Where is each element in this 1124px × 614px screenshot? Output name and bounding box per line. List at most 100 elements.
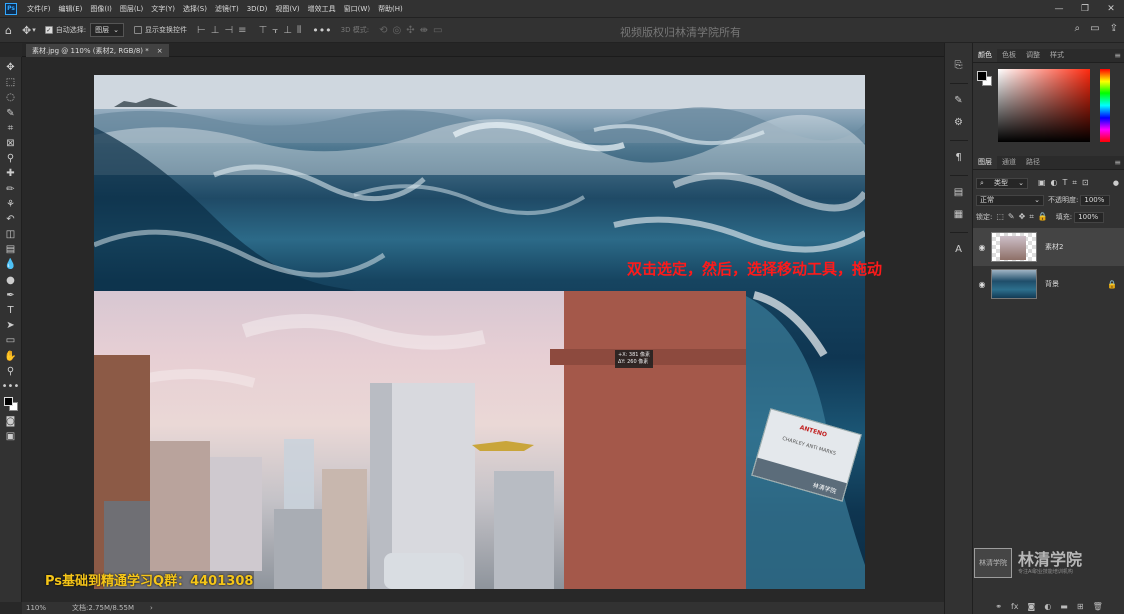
layer-filter-icons[interactable]: ▣◐T⌗⊡ [1038,178,1094,188]
foreground-color-swatch[interactable] [3,397,13,407]
blend-mode-select[interactable]: 正常 ⌄ [976,194,1044,206]
clone-stamp-tool-icon[interactable]: ⚘ [0,197,22,212]
hue-slider[interactable] [1100,69,1110,142]
menu-select[interactable]: 选择(S) [179,4,211,14]
move-tool-icon[interactable]: ✥ [22,25,31,36]
layer-row-background[interactable]: ◉ 背景 🔒 [973,265,1124,303]
tab-styles[interactable]: 样式 [1045,49,1069,62]
search-icon[interactable]: ⌕ [1075,23,1081,34]
paragraph-panel-icon[interactable]: ¶ [947,147,971,169]
menu-layer[interactable]: 图层(L) [116,4,147,14]
align-vcenter-icon[interactable]: ⫟ [272,25,278,36]
eyedropper-tool-icon[interactable]: ⚲ [0,151,22,166]
3d-slide-icon[interactable]: ⇼ [420,25,428,36]
tab-color[interactable]: 颜色 [973,49,997,62]
tab-channels[interactable]: 通道 [997,156,1021,169]
quick-mask-icon[interactable]: ◙ [0,414,22,429]
layer-row-sucai2[interactable]: ◉ 素材2 [973,228,1124,266]
menu-edit[interactable]: 编辑(E) [55,4,87,14]
visibility-eye-icon[interactable]: ◉ [973,243,991,252]
auto-select-target-select[interactable]: 图层 ⌄ [90,23,124,37]
group-icon[interactable]: ▬ [1060,602,1068,611]
share-icon[interactable]: ⇪ [1110,23,1118,34]
add-mask-icon[interactable]: ◙ [1028,602,1036,611]
zoom-level[interactable]: 110% [26,604,46,612]
align-left-icon[interactable]: ⊢ [197,25,206,36]
hand-tool-icon[interactable]: ✋ [0,349,22,364]
align-distribute-icon[interactable]: ≡ [238,25,246,36]
menu-type[interactable]: 文字(Y) [147,4,179,14]
adjustments-panel-icon[interactable]: ⚙ [947,112,971,134]
gradient-tool-icon[interactable]: ▤ [0,242,22,257]
blur-tool-icon[interactable]: 💧 [0,257,22,272]
layer-name[interactable]: 素材2 [1045,242,1063,252]
move-tool-icon[interactable]: ✥ [0,60,22,75]
menu-plugins[interactable]: 增效工具 [304,4,340,14]
foreground-color-chip[interactable] [977,71,987,81]
document-canvas[interactable]: ANTENO CHARLEY ANTI MARKS 林清学院 +X: 381 像… [94,75,865,589]
brush-panel-icon[interactable]: ✎ [947,90,971,112]
more-options-icon[interactable]: ••• [312,25,331,36]
minimize-button[interactable]: — [1046,4,1072,14]
align-top-icon[interactable]: ⊤ [259,25,268,36]
3d-orbit-icon[interactable]: ⟲ [379,25,387,36]
panel-menu-icon[interactable]: ≡ [1114,49,1124,62]
lasso-tool-icon[interactable]: ◌ [0,90,22,105]
tab-adjustments[interactable]: 调整 [1021,49,1045,62]
align-right-icon[interactable]: ⊣ [224,25,233,36]
type-tool-icon[interactable]: T [0,303,22,318]
menu-view[interactable]: 视图(V) [271,4,303,14]
lock-icons[interactable]: ⬚✎✥⌗🔒 [996,212,1051,222]
workspace-icon[interactable]: ▭ [1090,23,1099,34]
shape-tool-icon[interactable]: ▭ [0,333,22,348]
3d-roll-icon[interactable]: ◎ [393,25,402,36]
layer-filter-select[interactable]: ⌕ 类型 ⌄ [976,177,1028,189]
delete-layer-icon[interactable]: 🗑 [1093,602,1103,611]
align-hcenter-icon[interactable]: ⊥ [211,25,220,36]
color-picker-field[interactable] [998,69,1090,142]
menu-help[interactable]: 帮助(H) [374,4,407,14]
screen-mode-icon[interactable]: ▣ [0,429,22,444]
restore-button[interactable]: ❐ [1072,4,1098,14]
tab-swatches[interactable]: 色板 [997,49,1021,62]
visibility-eye-icon[interactable]: ◉ [973,280,991,289]
properties-panel-icon[interactable]: ▤ [947,182,971,204]
edit-toolbar-icon[interactable]: ••• [0,379,22,394]
opacity-input[interactable]: 100% [1080,194,1111,206]
close-window-button[interactable]: ✕ [1098,4,1124,14]
layers-panel-menu-icon[interactable]: ≡ [1114,156,1124,169]
layer-style-icon[interactable]: fx [1011,602,1019,611]
quick-select-tool-icon[interactable]: ✎ [0,106,22,121]
eraser-tool-icon[interactable]: ◫ [0,227,22,242]
notes-panel-icon[interactable]: ▦ [947,204,971,226]
home-icon[interactable]: ⌂ [5,25,12,36]
menu-window[interactable]: 窗口(W) [340,4,374,14]
auto-select-checkbox[interactable]: ✓ 自动选择: [44,25,86,35]
zoom-tool-icon[interactable]: ⚲ [0,364,22,379]
menu-file[interactable]: 文件(F) [23,4,55,14]
dodge-tool-icon[interactable]: ● [0,273,22,288]
filter-toggle-icon[interactable]: ● [1113,179,1119,187]
character-panel-icon[interactable]: A [947,239,971,261]
adjustment-layer-icon[interactable]: ◐ [1044,602,1051,611]
close-tab-icon[interactable]: × [157,47,163,55]
path-select-tool-icon[interactable]: ➤ [0,318,22,333]
layer-name[interactable]: 背景 [1045,279,1059,289]
status-arrow-icon[interactable]: › [150,604,153,612]
color-swatches[interactable] [3,396,19,414]
brush-tool-icon[interactable]: ✏ [0,182,22,197]
menu-filter[interactable]: 滤镜(T) [211,4,243,14]
crop-tool-icon[interactable]: ⌗ [0,121,22,136]
link-layers-icon[interactable]: ⚭ [995,602,1002,611]
tool-preset-chevron-icon[interactable]: ▾ [32,26,36,34]
3d-scale-icon[interactable]: ▭ [433,25,442,36]
tab-paths[interactable]: 路径 [1021,156,1045,169]
document-tab[interactable]: 素材.jpg @ 110% (素材2, RGB/8) * × [26,44,169,57]
show-transform-controls-checkbox[interactable]: 显示变换控件 [133,25,187,35]
menu-3d[interactable]: 3D(D) [243,5,272,13]
menu-image[interactable]: 图像(I) [86,4,116,14]
frame-tool-icon[interactable]: ⊠ [0,136,22,151]
fill-input[interactable]: 100% [1074,211,1105,223]
pen-tool-icon[interactable]: ✒ [0,288,22,303]
marquee-tool-icon[interactable]: ⬚ [0,75,22,90]
